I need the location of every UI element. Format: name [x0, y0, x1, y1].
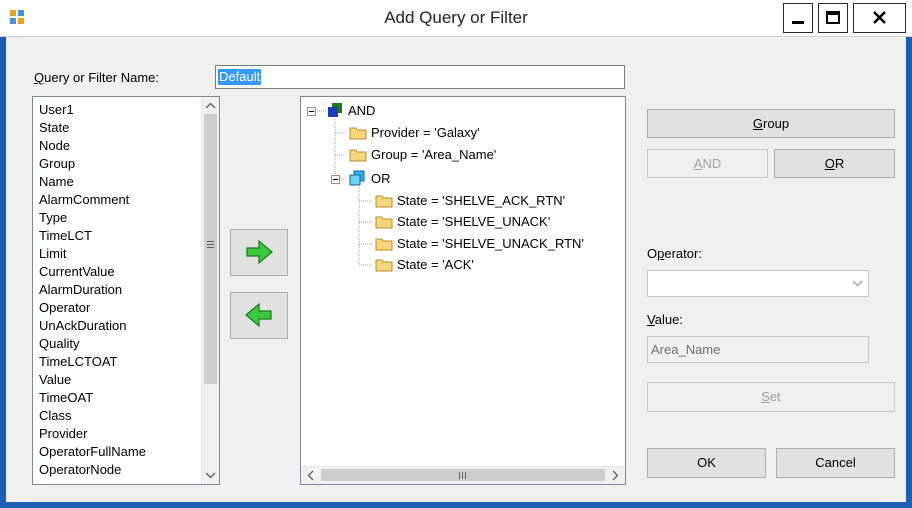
columns-vertical-scrollbar[interactable] — [201, 97, 219, 484]
or-button[interactable]: OR — [774, 149, 895, 178]
column-list-item[interactable]: Class — [37, 407, 146, 425]
close-icon — [873, 11, 886, 24]
column-list-item[interactable]: AlarmDuration — [37, 281, 146, 299]
close-button[interactable] — [853, 3, 906, 33]
cancel-button[interactable]: Cancel — [776, 448, 895, 478]
window-title: Add Query or Filter — [384, 8, 528, 27]
column-list-item[interactable]: Quality — [37, 335, 146, 353]
tree-node-state[interactable]: State = 'SHELVE_UNACK' — [397, 213, 550, 231]
set-button[interactable]: Set — [647, 382, 895, 412]
folder-icon — [375, 259, 393, 272]
folder-icon — [375, 195, 393, 208]
tree-node-state[interactable]: State = 'ACK' — [397, 256, 474, 274]
operator-combobox[interactable] — [647, 270, 869, 297]
column-list-item[interactable]: Value — [37, 371, 146, 389]
column-list-item[interactable]: OperatorNode — [37, 461, 146, 479]
scroll-left-icon[interactable] — [303, 467, 320, 484]
column-list-item[interactable]: Operator — [37, 299, 146, 317]
dialog-window: Add Query or Filter Query or Filter Name… — [0, 0, 912, 508]
scroll-down-icon[interactable] — [202, 467, 219, 484]
column-list-item[interactable]: Node — [37, 137, 146, 155]
tree-horizontal-scrollbar[interactable] — [301, 466, 625, 484]
dialog-body: Query or Filter Name: Default User1 State… — [6, 37, 906, 502]
or-group-icon — [349, 170, 365, 186]
column-list-item[interactable]: TimeOAT — [37, 389, 146, 407]
tree-node-and[interactable]: AND — [348, 102, 375, 120]
folder-icon — [375, 216, 393, 229]
column-list-item[interactable]: Group — [37, 155, 146, 173]
hscroll-thumb[interactable] — [321, 469, 605, 481]
column-list-item[interactable]: Limit — [37, 245, 146, 263]
and-group-icon — [328, 103, 342, 117]
minimize-icon — [792, 21, 804, 24]
value-label: Value: — [647, 312, 683, 327]
column-list-item[interactable]: AlarmComment — [37, 191, 146, 209]
value-input[interactable]: Area_Name — [647, 336, 869, 363]
name-input[interactable]: Default — [215, 65, 625, 89]
tree-node-provider[interactable]: Provider = 'Galaxy' — [371, 124, 480, 142]
operator-label: Operator: — [647, 246, 702, 261]
column-list-item[interactable]: Type — [37, 209, 146, 227]
group-button[interactable]: Group — [647, 109, 895, 138]
column-list-item[interactable]: Provider — [37, 425, 146, 443]
tree-node-or[interactable]: OR — [371, 170, 391, 188]
maximize-icon — [826, 11, 840, 24]
value-input-text: Area_Name — [651, 342, 721, 357]
minimize-button[interactable] — [783, 3, 813, 33]
and-button[interactable]: AND — [647, 149, 768, 178]
folder-icon — [349, 149, 367, 162]
add-to-filter-button[interactable] — [230, 229, 288, 276]
column-list-item[interactable]: UnAckDuration — [37, 317, 146, 335]
folder-icon — [349, 127, 367, 140]
ok-button[interactable]: OK — [647, 448, 766, 478]
column-list-item[interactable]: TimeLCTOAT — [37, 353, 146, 371]
name-input-value: Default — [218, 69, 262, 85]
maximize-button[interactable] — [818, 3, 848, 33]
tree-node-group[interactable]: Group = 'Area_Name' — [371, 146, 496, 164]
scroll-right-icon[interactable] — [606, 467, 623, 484]
column-list-item[interactable]: TimeLCT — [37, 227, 146, 245]
folder-icon — [375, 238, 393, 251]
tree-node-state[interactable]: State = 'SHELVE_ACK_RTN' — [397, 192, 565, 210]
column-list-item[interactable]: Name — [37, 173, 146, 191]
filter-tree[interactable]: AND Provider = 'Galaxy' Group = 'Area_Na… — [300, 96, 626, 485]
tree-node-state[interactable]: State = 'SHELVE_UNACK_RTN' — [397, 235, 584, 253]
columns-listbox[interactable]: User1 State Node Group Name AlarmComment Type T… — [32, 96, 220, 485]
grip-icon — [207, 241, 214, 248]
scroll-up-icon[interactable] — [202, 97, 219, 114]
remove-from-filter-button[interactable] — [230, 292, 288, 339]
collapse-or-icon[interactable] — [331, 175, 340, 184]
scroll-thumb[interactable] — [204, 114, 217, 384]
column-list-item[interactable]: CurrentValue — [37, 263, 146, 281]
chevron-down-icon[interactable] — [849, 271, 866, 296]
title-bar[interactable]: Add Query or Filter — [0, 0, 912, 37]
columns-list: User1 State Node Group Name AlarmComment Type T… — [37, 101, 146, 479]
column-list-item[interactable]: User1 — [37, 101, 146, 119]
grip-icon — [459, 472, 466, 479]
right-arrow-icon — [246, 239, 273, 265]
column-list-item[interactable]: OperatorFullName — [37, 443, 146, 461]
name-field-label: Query or Filter Name: — [34, 70, 159, 85]
column-list-item[interactable]: State — [37, 119, 146, 137]
collapse-and-icon[interactable] — [307, 107, 316, 116]
left-arrow-icon — [245, 302, 272, 328]
